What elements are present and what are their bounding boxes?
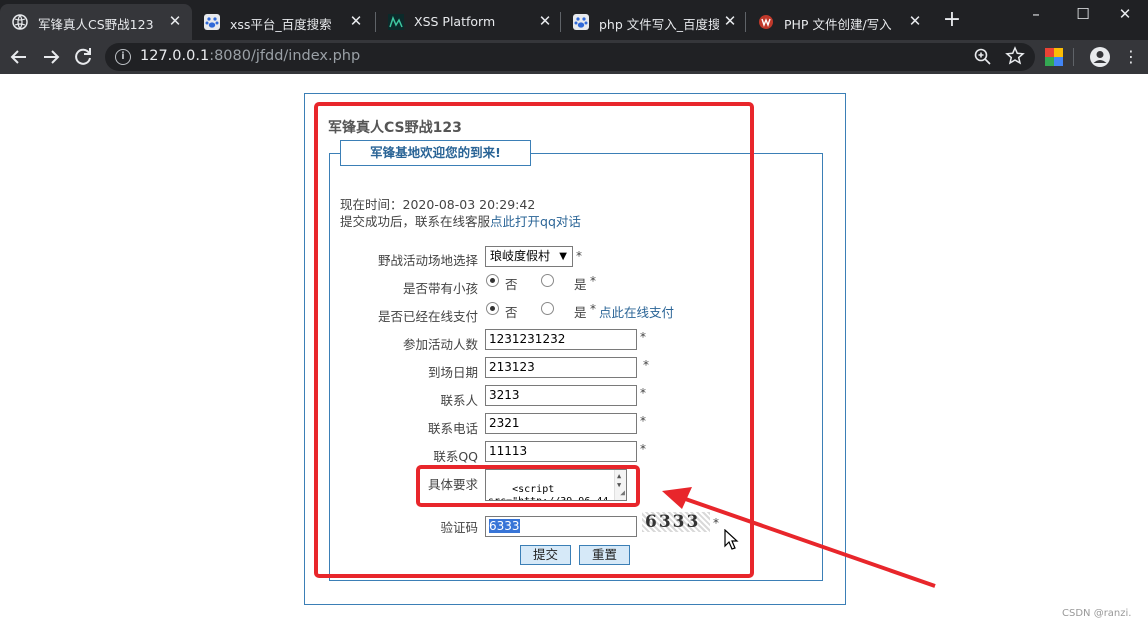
tab-bar: 军锋真人CS野战123 ✕ xss平台_百度搜索 ✕ XSS Platform … bbox=[0, 0, 1148, 40]
globe-icon bbox=[12, 14, 28, 30]
tab-1-title: 军锋真人CS野战123 bbox=[38, 17, 154, 32]
tab-3-title: XSS Platform bbox=[414, 14, 496, 29]
annotation-arrow bbox=[662, 487, 936, 588]
close-icon[interactable]: ✕ bbox=[536, 12, 554, 30]
page-content: 军锋真人CS野战123 军锋基地欢迎您的到来! 现在时间：2020-08-03 … bbox=[0, 74, 1148, 630]
arrow-right-icon bbox=[44, 50, 60, 64]
url-path: :8080/jfdd/index.php bbox=[209, 48, 361, 64]
more-menu-icon[interactable]: ⋮ bbox=[1123, 46, 1139, 68]
watermark: CSDN @ranzi. bbox=[1062, 608, 1132, 619]
close-icon[interactable]: ✕ bbox=[166, 12, 184, 30]
close-icon[interactable]: ✕ bbox=[721, 12, 739, 30]
tab-1[interactable]: 军锋真人CS野战123 ✕ bbox=[0, 4, 192, 40]
tab-4-title: php 文件写入_百度搜 bbox=[599, 17, 719, 32]
zoom-icon[interactable] bbox=[973, 47, 993, 67]
toolbar-separator bbox=[1073, 48, 1074, 66]
tab-4[interactable]: php 文件写入_百度搜 ✕ bbox=[561, 4, 745, 40]
mouse-cursor-icon bbox=[724, 529, 739, 550]
info-icon[interactable]: i bbox=[115, 49, 131, 65]
reload-button[interactable] bbox=[71, 45, 95, 69]
baidu-paw-icon bbox=[573, 14, 589, 30]
arrow-left-icon bbox=[10, 50, 26, 64]
browser-toolbar: i 127.0.0.1:8080/jfdd/index.php ⋮ bbox=[0, 40, 1148, 74]
annotation-textarea-box bbox=[416, 465, 640, 507]
tab-5-title: PHP 文件创建/写入 bbox=[784, 17, 892, 32]
back-button[interactable] bbox=[7, 45, 31, 69]
xss-platform-icon bbox=[388, 14, 404, 30]
profile-icon[interactable] bbox=[1089, 46, 1111, 68]
minimize-button[interactable]: – bbox=[1013, 0, 1059, 30]
tab-3[interactable]: XSS Platform ✕ bbox=[376, 4, 560, 40]
window-close-button[interactable]: ✕ bbox=[1102, 0, 1148, 30]
baidu-paw-icon bbox=[204, 14, 220, 30]
star-icon[interactable] bbox=[1005, 46, 1025, 66]
address-bar[interactable]: i 127.0.0.1:8080/jfdd/index.php bbox=[105, 43, 1035, 71]
url-host: 127.0.0.1 bbox=[140, 48, 210, 64]
new-tab-button[interactable]: + bbox=[940, 9, 964, 33]
close-icon[interactable]: ✕ bbox=[347, 12, 365, 30]
tab-5[interactable]: PHP 文件创建/写入 ✕ bbox=[746, 4, 930, 40]
tab-2-title: xss平台_百度搜索 bbox=[230, 17, 332, 32]
extension-icon[interactable] bbox=[1045, 48, 1063, 66]
maximize-button[interactable]: ☐ bbox=[1060, 0, 1106, 30]
url-text[interactable]: 127.0.0.1:8080/jfdd/index.php bbox=[140, 48, 360, 64]
forward-button[interactable] bbox=[39, 45, 63, 69]
reload-icon bbox=[75, 48, 91, 65]
w3school-icon bbox=[759, 15, 773, 29]
close-icon[interactable]: ✕ bbox=[906, 12, 924, 30]
tab-2[interactable]: xss平台_百度搜索 ✕ bbox=[192, 4, 375, 40]
